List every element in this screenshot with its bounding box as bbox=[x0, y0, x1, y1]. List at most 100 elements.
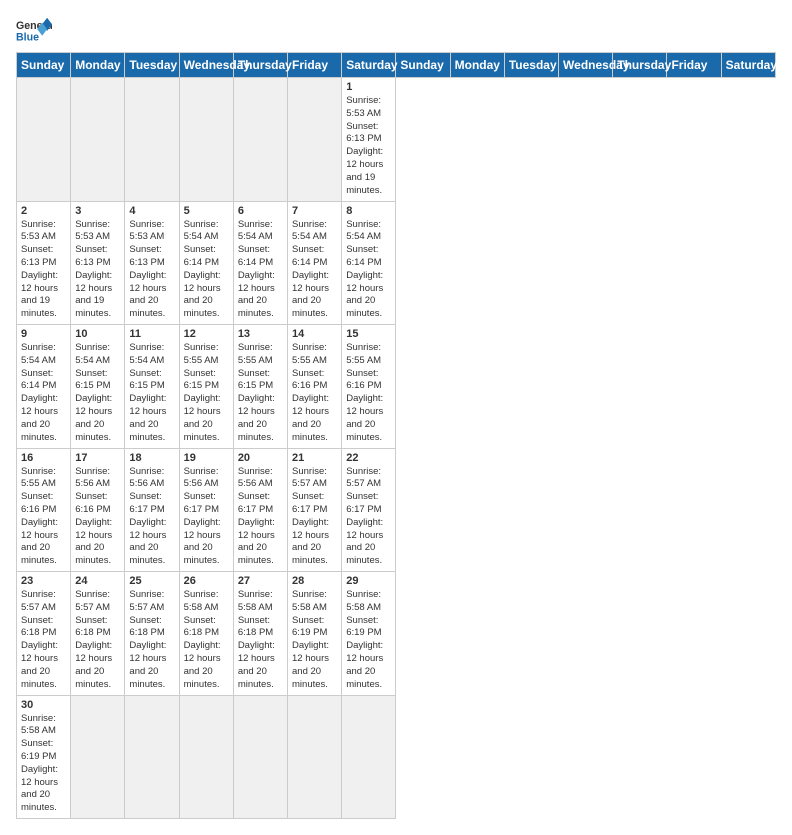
day-cell bbox=[233, 78, 287, 202]
page-header: General Blue bbox=[16, 16, 776, 44]
day-cell bbox=[17, 78, 71, 202]
col-header-friday: Friday bbox=[667, 53, 721, 78]
day-info: Sunrise: 5:53 AM Sunset: 6:13 PM Dayligh… bbox=[21, 219, 66, 322]
day-cell: 11Sunrise: 5:54 AM Sunset: 6:15 PM Dayli… bbox=[125, 325, 179, 449]
day-cell: 17Sunrise: 5:56 AM Sunset: 6:16 PM Dayli… bbox=[71, 448, 125, 572]
header-wednesday: Wednesday bbox=[179, 53, 233, 78]
day-cell: 8 Sunrise: 5:54 AM Sunset: 6:14 PM Daylig… bbox=[342, 201, 396, 325]
day-cell: 7Sunrise: 5:54 AM Sunset: 6:14 PM Daylig… bbox=[288, 201, 342, 325]
day-number: 16 bbox=[21, 452, 66, 464]
week-row-1: 1 Sunrise: 5:53 AM Sunset: 6:13 PM Daylig… bbox=[17, 78, 776, 202]
day-cell: 13 Sunrise: 5:55 AM Sunset: 6:15 PM Dayli… bbox=[233, 325, 287, 449]
day-info: Sunrise: 5:55 AM Sunset: 6:16 PM Dayligh… bbox=[292, 342, 337, 445]
day-number: 24 bbox=[75, 575, 120, 587]
day-cell bbox=[71, 695, 125, 819]
logo: General Blue bbox=[16, 16, 52, 44]
day-cell: 16 Sunrise: 5:55 AM Sunset: 6:16 PM Dayli… bbox=[17, 448, 71, 572]
week-row-3: 9 Sunrise: 5:54 AM Sunset: 6:14 PM Daylig… bbox=[17, 325, 776, 449]
header-sunday: Sunday bbox=[17, 53, 71, 78]
day-info: Sunrise: 5:58 AM Sunset: 6:18 PM Dayligh… bbox=[184, 589, 229, 692]
day-cell: 22 Sunrise: 5:57 AM Sunset: 6:17 PM Dayli… bbox=[342, 448, 396, 572]
day-info: Sunrise: 5:54 AM Sunset: 6:15 PM Dayligh… bbox=[75, 342, 120, 445]
day-info: Sunrise: 5:54 AM Sunset: 6:15 PM Dayligh… bbox=[129, 342, 174, 445]
day-cell: 2 Sunrise: 5:53 AM Sunset: 6:13 PM Daylig… bbox=[17, 201, 71, 325]
col-header-saturday: Saturday bbox=[721, 53, 775, 78]
day-info: Sunrise: 5:57 AM Sunset: 6:18 PM Dayligh… bbox=[75, 589, 120, 692]
day-cell: 3 Sunrise: 5:53 AM Sunset: 6:13 PM Daylig… bbox=[71, 201, 125, 325]
day-cell: 28 Sunrise: 5:58 AM Sunset: 6:19 PM Dayli… bbox=[288, 572, 342, 696]
day-number: 7 bbox=[292, 205, 337, 217]
col-header-sunday: Sunday bbox=[396, 53, 450, 78]
day-cell: 29 Sunrise: 5:58 AM Sunset: 6:19 PM Dayli… bbox=[342, 572, 396, 696]
day-cell: 25Sunrise: 5:57 AM Sunset: 6:18 PM Dayli… bbox=[125, 572, 179, 696]
day-info: Sunrise: 5:58 AM Sunset: 6:19 PM Dayligh… bbox=[21, 713, 66, 816]
day-info: Sunrise: 5:57 AM Sunset: 6:18 PM Dayligh… bbox=[21, 589, 66, 692]
day-number: 27 bbox=[238, 575, 283, 587]
day-number: 13 bbox=[238, 328, 283, 340]
day-cell bbox=[71, 78, 125, 202]
day-cell: 21 Sunrise: 5:57 AM Sunset: 6:17 PM Dayli… bbox=[288, 448, 342, 572]
day-info: Sunrise: 5:53 AM Sunset: 6:13 PM Dayligh… bbox=[75, 219, 120, 322]
day-number: 22 bbox=[346, 452, 391, 464]
header-monday: Monday bbox=[71, 53, 125, 78]
col-header-wednesday: Wednesday bbox=[559, 53, 613, 78]
day-cell bbox=[179, 78, 233, 202]
day-info: Sunrise: 5:55 AM Sunset: 6:16 PM Dayligh… bbox=[346, 342, 391, 445]
day-number: 4 bbox=[129, 205, 174, 217]
day-cell: 20Sunrise: 5:56 AM Sunset: 6:17 PM Dayli… bbox=[233, 448, 287, 572]
day-info: Sunrise: 5:56 AM Sunset: 6:17 PM Dayligh… bbox=[129, 466, 174, 569]
week-row-4: 16 Sunrise: 5:55 AM Sunset: 6:16 PM Dayli… bbox=[17, 448, 776, 572]
day-number: 2 bbox=[21, 205, 66, 217]
day-cell: 27 Sunrise: 5:58 AM Sunset: 6:18 PM Dayli… bbox=[233, 572, 287, 696]
day-number: 9 bbox=[21, 328, 66, 340]
day-number: 30 bbox=[21, 699, 66, 711]
day-cell: 10 Sunrise: 5:54 AM Sunset: 6:15 PM Dayli… bbox=[71, 325, 125, 449]
header-friday: Friday bbox=[288, 53, 342, 78]
day-number: 12 bbox=[184, 328, 229, 340]
day-number: 1 bbox=[346, 81, 391, 93]
day-number: 19 bbox=[184, 452, 229, 464]
day-info: Sunrise: 5:54 AM Sunset: 6:14 PM Dayligh… bbox=[21, 342, 66, 445]
day-info: Sunrise: 5:56 AM Sunset: 6:17 PM Dayligh… bbox=[184, 466, 229, 569]
week-row-6: 30 Sunrise: 5:58 AM Sunset: 6:19 PM Dayli… bbox=[17, 695, 776, 819]
day-number: 14 bbox=[292, 328, 337, 340]
week-row-5: 23 Sunrise: 5:57 AM Sunset: 6:18 PM Dayli… bbox=[17, 572, 776, 696]
day-cell: 26 Sunrise: 5:58 AM Sunset: 6:18 PM Dayli… bbox=[179, 572, 233, 696]
day-number: 26 bbox=[184, 575, 229, 587]
day-info: Sunrise: 5:55 AM Sunset: 6:16 PM Dayligh… bbox=[21, 466, 66, 569]
day-cell bbox=[342, 695, 396, 819]
day-number: 28 bbox=[292, 575, 337, 587]
day-number: 17 bbox=[75, 452, 120, 464]
day-number: 3 bbox=[75, 205, 120, 217]
day-number: 21 bbox=[292, 452, 337, 464]
header-saturday: Saturday bbox=[342, 53, 396, 78]
calendar-header-row: SundayMondayTuesdayWednesdayThursdayFrid… bbox=[17, 53, 776, 78]
day-number: 18 bbox=[129, 452, 174, 464]
day-number: 23 bbox=[21, 575, 66, 587]
calendar-table: SundayMondayTuesdayWednesdayThursdayFrid… bbox=[16, 52, 776, 819]
day-cell: 5Sunrise: 5:54 AM Sunset: 6:14 PM Daylig… bbox=[179, 201, 233, 325]
day-info: Sunrise: 5:57 AM Sunset: 6:17 PM Dayligh… bbox=[346, 466, 391, 569]
day-cell: 12 Sunrise: 5:55 AM Sunset: 6:15 PM Dayli… bbox=[179, 325, 233, 449]
week-row-2: 2 Sunrise: 5:53 AM Sunset: 6:13 PM Daylig… bbox=[17, 201, 776, 325]
generalblue-logo-icon: General Blue bbox=[16, 16, 52, 44]
day-cell bbox=[288, 695, 342, 819]
col-header-tuesday: Tuesday bbox=[504, 53, 558, 78]
day-cell: 24 Sunrise: 5:57 AM Sunset: 6:18 PM Dayli… bbox=[71, 572, 125, 696]
day-info: Sunrise: 5:54 AM Sunset: 6:14 PM Dayligh… bbox=[346, 219, 391, 322]
svg-text:Blue: Blue bbox=[16, 32, 39, 44]
day-info: Sunrise: 5:53 AM Sunset: 6:13 PM Dayligh… bbox=[129, 219, 174, 322]
day-info: Sunrise: 5:58 AM Sunset: 6:19 PM Dayligh… bbox=[346, 589, 391, 692]
day-info: Sunrise: 5:58 AM Sunset: 6:19 PM Dayligh… bbox=[292, 589, 337, 692]
day-info: Sunrise: 5:57 AM Sunset: 6:17 PM Dayligh… bbox=[292, 466, 337, 569]
day-info: Sunrise: 5:55 AM Sunset: 6:15 PM Dayligh… bbox=[238, 342, 283, 445]
day-info: Sunrise: 5:53 AM Sunset: 6:13 PM Dayligh… bbox=[346, 95, 391, 198]
day-info: Sunrise: 5:58 AM Sunset: 6:18 PM Dayligh… bbox=[238, 589, 283, 692]
day-number: 29 bbox=[346, 575, 391, 587]
day-number: 10 bbox=[75, 328, 120, 340]
day-cell: 15Sunrise: 5:55 AM Sunset: 6:16 PM Dayli… bbox=[342, 325, 396, 449]
day-number: 8 bbox=[346, 205, 391, 217]
day-info: Sunrise: 5:54 AM Sunset: 6:14 PM Dayligh… bbox=[184, 219, 229, 322]
day-info: Sunrise: 5:55 AM Sunset: 6:15 PM Dayligh… bbox=[184, 342, 229, 445]
day-info: Sunrise: 5:54 AM Sunset: 6:14 PM Dayligh… bbox=[238, 219, 283, 322]
